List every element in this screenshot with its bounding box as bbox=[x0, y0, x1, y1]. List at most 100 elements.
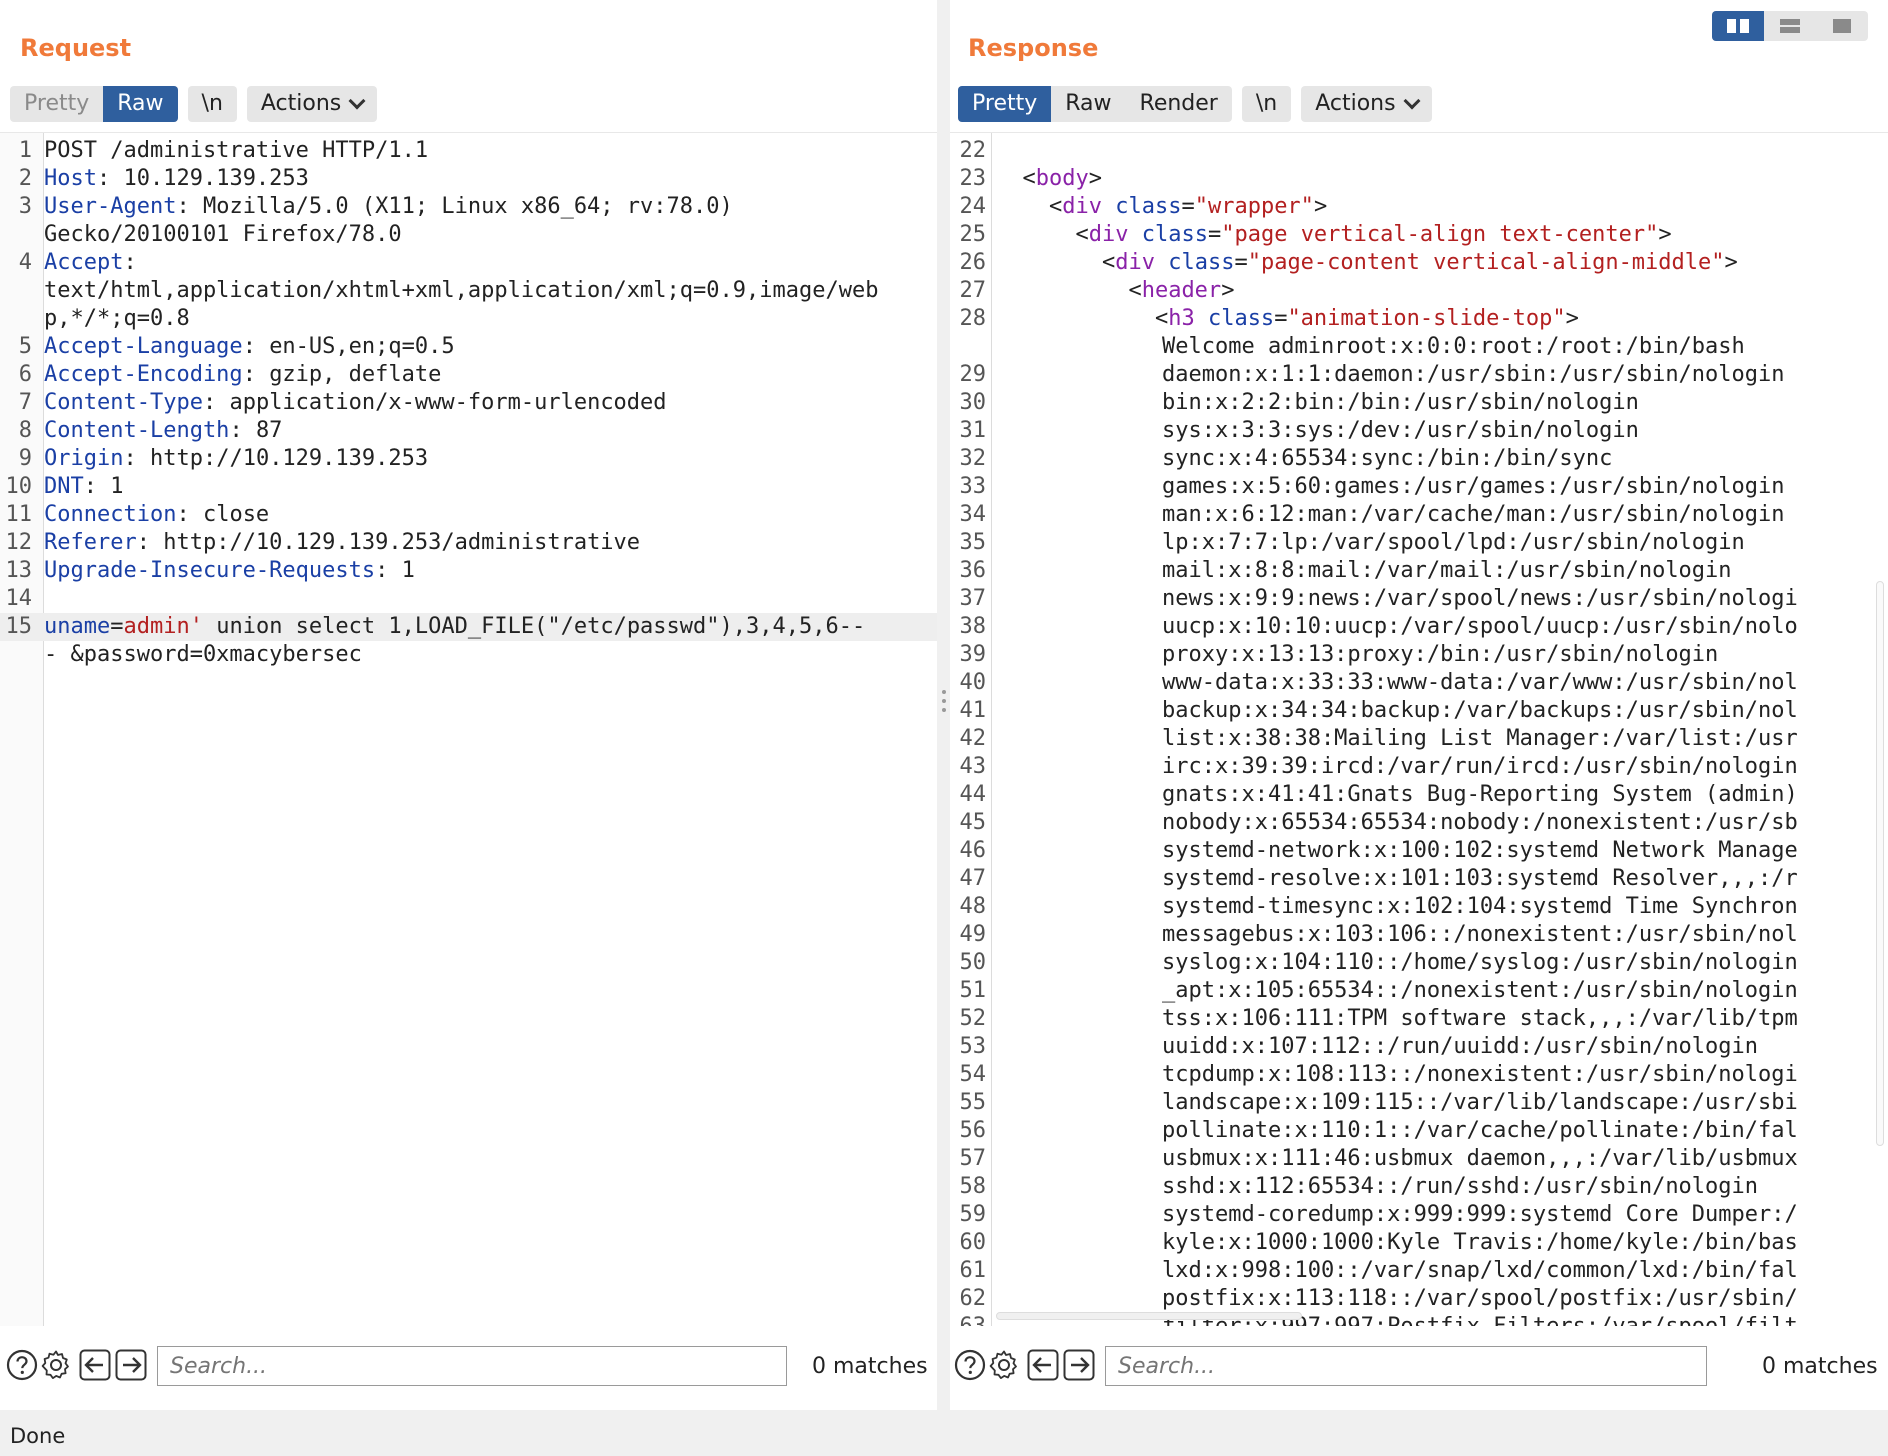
line-number: 37 bbox=[959, 586, 987, 611]
line-number: 5 bbox=[18, 334, 32, 359]
response-passwd-line: 35 lp:x:7:7:lp:/var/spool/lpd:/usr/sbin/n… bbox=[950, 529, 1888, 557]
header-name: Origin bbox=[44, 446, 124, 471]
tag-name: div bbox=[1062, 194, 1102, 219]
layout-side-by-side-icon[interactable] bbox=[1712, 11, 1764, 41]
response-passwd-line: 30 bin:x:2:2:bin:/bin:/usr/sbin/nologin bbox=[950, 389, 1888, 417]
response-horizontal-scrollbar[interactable] bbox=[996, 1312, 1302, 1320]
line-text: lp:x:7:7:lp:/var/spool/lpd:/usr/sbin/nol… bbox=[1162, 530, 1745, 555]
attr-equals: = bbox=[1207, 222, 1222, 247]
request-search-input[interactable] bbox=[157, 1346, 787, 1386]
response-vertical-scrollbar[interactable] bbox=[1876, 581, 1884, 1146]
arrow-left-icon[interactable] bbox=[77, 1347, 113, 1383]
line-text: systemd-timesync:x:102:104:systemd Time … bbox=[1162, 894, 1798, 919]
response-pane: Response Pretty Raw Render \n Actions 22… bbox=[950, 0, 1888, 1410]
request-actions-menu[interactable]: Actions bbox=[246, 86, 378, 122]
header-separator: : bbox=[83, 474, 111, 499]
arrow-right-icon[interactable] bbox=[1061, 1347, 1097, 1383]
request-line: 10 DNT: 1 bbox=[0, 473, 937, 501]
line-text: sync:x:4:65534:sync:/bin:/bin/sync bbox=[1162, 446, 1613, 471]
status-bar: Done bbox=[0, 1410, 1888, 1456]
response-editor[interactable]: 22 23 <body> 24 <div class="wrapper"> 25 <d… bbox=[950, 132, 1888, 1326]
layout-stacked-icon[interactable] bbox=[1764, 11, 1816, 41]
arrow-left-icon[interactable] bbox=[1025, 1347, 1061, 1383]
tag-name: header bbox=[1141, 278, 1222, 303]
response-view-tabs: Pretty Raw Render bbox=[958, 86, 1232, 122]
line-text: Welcome adminroot:x:0:0:root:/root:/bin/… bbox=[1162, 334, 1745, 359]
tag-name: div bbox=[1115, 250, 1155, 275]
line-text: Origin: http://10.129.139.253 bbox=[40, 445, 428, 473]
header-value: en-US,en;q=0.5 bbox=[269, 334, 455, 359]
line-text: uuidd:x:107:112::/run/uuidd:/usr/sbin/no… bbox=[1162, 1034, 1759, 1059]
line-number: 24 bbox=[959, 194, 987, 219]
request-tab-raw[interactable]: Raw bbox=[103, 86, 178, 122]
header-separator: : bbox=[176, 502, 203, 527]
splitter-handle-icon[interactable] bbox=[942, 690, 946, 717]
response-actions-label: Actions bbox=[1315, 91, 1396, 116]
header-name: Connection bbox=[44, 502, 177, 527]
response-search-input[interactable] bbox=[1105, 1346, 1707, 1386]
request-line: 9 Origin: http://10.129.139.253 bbox=[0, 445, 937, 473]
header-value: 1 bbox=[110, 474, 124, 499]
attr-value: "page vertical-align text-center" bbox=[1221, 222, 1659, 247]
line-text bbox=[40, 585, 44, 613]
line-number: 26 bbox=[959, 250, 987, 275]
response-tab-render[interactable]: Render bbox=[1126, 86, 1232, 122]
line-number: 15 bbox=[5, 614, 33, 639]
line-number: 60 bbox=[959, 1230, 987, 1255]
response-passwd-line: 42 list:x:38:38:Mailing List Manager:/var… bbox=[950, 725, 1888, 753]
help-icon[interactable] bbox=[4, 1347, 40, 1383]
line-text: messagebus:x:103:106::/nonexistent:/usr/… bbox=[1162, 922, 1798, 947]
arrow-right-icon[interactable] bbox=[113, 1347, 149, 1383]
line-text: man:x:6:12:man:/var/cache/man:/usr/sbin/… bbox=[1162, 502, 1785, 527]
line-text: lxd:x:998:100::/var/snap/lxd/common/lxd:… bbox=[1162, 1258, 1798, 1283]
request-code[interactable]: 1 POST /administrative HTTP/1.1 2 Host: 10.… bbox=[0, 137, 937, 1326]
gear-icon[interactable] bbox=[986, 1347, 1022, 1383]
response-passwd-line: 44 gnats:x:41:41:Gnats Bug-Reporting Syst… bbox=[950, 781, 1888, 809]
header-value: 10.129.139.253 bbox=[123, 166, 309, 191]
line-number: 12 bbox=[5, 530, 33, 555]
request-editor[interactable]: 1 POST /administrative HTTP/1.1 2 Host: 10.… bbox=[0, 132, 937, 1326]
line-number: 63 bbox=[950, 1313, 992, 1326]
body-injected-value: admin' bbox=[123, 614, 203, 639]
response-passwd-line: 61 lxd:x:998:100::/var/snap/lxd/common/lx… bbox=[950, 1257, 1888, 1285]
response-passwd-line: 45 nobody:x:65534:65534:nobody:/nonexiste… bbox=[950, 809, 1888, 837]
response-line: 22 bbox=[950, 137, 1888, 165]
response-tab-raw[interactable]: Raw bbox=[1051, 86, 1125, 122]
response-actions-menu[interactable]: Actions bbox=[1301, 86, 1432, 122]
header-separator: : bbox=[96, 166, 124, 191]
line-number: 44 bbox=[959, 782, 987, 807]
line-number: 23 bbox=[959, 166, 987, 191]
response-passwd-line: 46 systemd-network:x:100:102:systemd Netw… bbox=[950, 837, 1888, 865]
response-newline-toggle[interactable]: \n bbox=[1241, 86, 1292, 122]
line-number: 46 bbox=[959, 838, 987, 863]
line-number: 59 bbox=[959, 1202, 987, 1227]
status-text: Done bbox=[10, 1424, 66, 1448]
help-icon[interactable] bbox=[952, 1347, 988, 1383]
gear-icon[interactable] bbox=[38, 1347, 74, 1383]
line-number: 31 bbox=[959, 418, 987, 443]
header-value: p,*/*;q=0.8 bbox=[44, 306, 190, 331]
request-line: 3 User-Agent: Mozilla/5.0 (X11; Linux x86… bbox=[0, 193, 937, 221]
line-number: 56 bbox=[959, 1118, 987, 1143]
response-tab-pretty[interactable]: Pretty bbox=[958, 86, 1052, 122]
attr-equals: = bbox=[1181, 194, 1195, 219]
response-code[interactable]: 22 23 <body> 24 <div class="wrapper"> 25 <d… bbox=[950, 137, 1888, 1326]
line-number: 32 bbox=[959, 446, 987, 471]
response-line: 23 <body> bbox=[950, 165, 1888, 193]
request-newline-toggle[interactable]: \n bbox=[187, 86, 237, 122]
response-passwd-line: 33 games:x:5:60:games:/usr/games:/usr/sbi… bbox=[950, 473, 1888, 501]
response-line: 27 <header> bbox=[950, 277, 1888, 305]
header-name: DNT bbox=[44, 474, 84, 499]
response-passwd-line: 51 _apt:x:105:65534::/nonexistent:/usr/sb… bbox=[950, 977, 1888, 1005]
line-text: gnats:x:41:41:Gnats Bug-Reporting System… bbox=[1162, 782, 1798, 807]
layout-tabs-icon[interactable] bbox=[1816, 11, 1868, 41]
header-value: application/x-www-form-urlencoded bbox=[229, 390, 667, 415]
tag-open-bracket: < bbox=[1154, 306, 1169, 331]
request-match-count: 0 matches bbox=[812, 1354, 928, 1379]
request-line: 1 POST /administrative HTTP/1.1 bbox=[0, 137, 937, 165]
response-line: 26 <div class="page-content vertical-ali… bbox=[950, 249, 1888, 277]
request-tab-pretty[interactable]: Pretty bbox=[10, 86, 103, 122]
tag-open-bracket: < bbox=[1022, 166, 1036, 191]
line-number: 51 bbox=[959, 978, 987, 1003]
